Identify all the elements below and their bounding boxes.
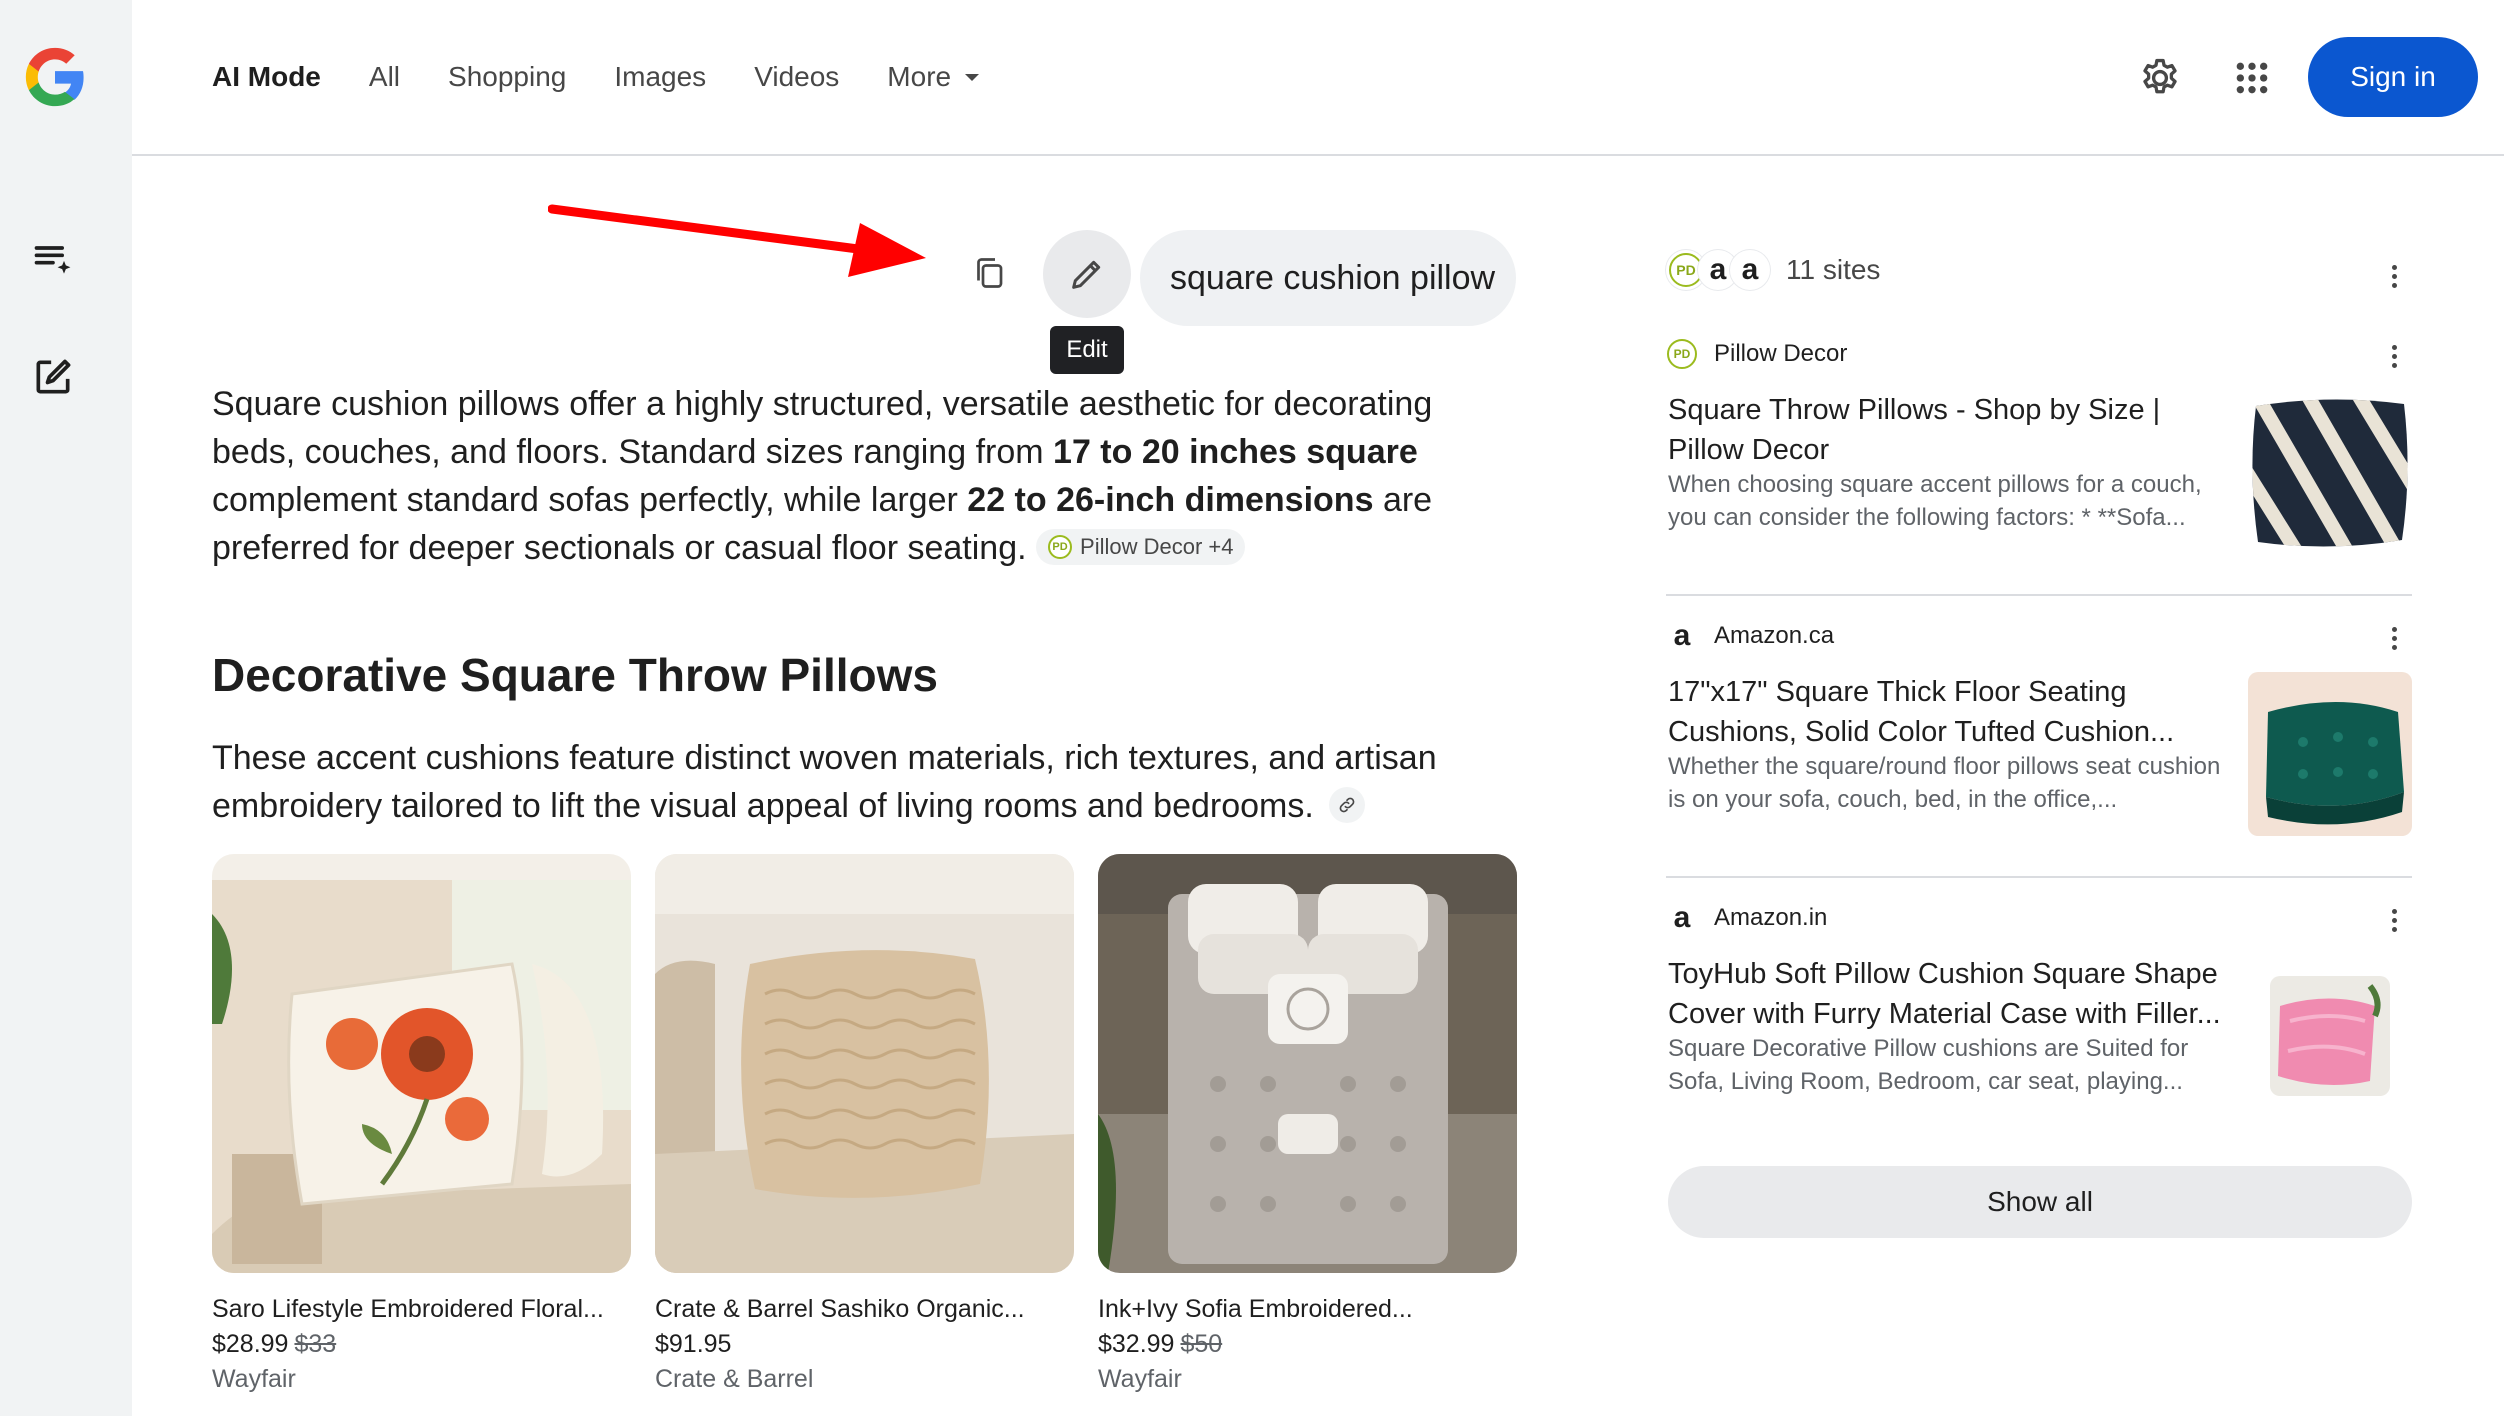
link-icon[interactable] [1329, 787, 1366, 824]
apps-grid-icon[interactable] [2224, 50, 2280, 106]
sources-header[interactable]: PD a a 11 sites [1666, 250, 1880, 290]
divider [1666, 594, 2412, 596]
more-options-icon[interactable] [2374, 618, 2414, 658]
citation-chip[interactable]: PD Pillow Decor +4 [1036, 529, 1246, 566]
source-site-name: Pillow Decor [1714, 340, 1848, 367]
sign-in-button[interactable]: Sign in [2308, 37, 2478, 117]
section-heading: Decorative Square Throw Pillows [212, 649, 938, 701]
tab-images[interactable]: Images [614, 61, 706, 93]
more-options-icon[interactable] [2374, 256, 2414, 296]
product-card[interactable]: Ink+Ivy Sofia Embroidered... $32.99 $50 W… [1098, 854, 1517, 1394]
history-list-icon[interactable] [26, 232, 80, 286]
sites-count: 11 sites [1786, 254, 1881, 285]
source-card[interactable]: a Amazon.ca 17"x17" Square Thick Floor S… [1666, 619, 2412, 850]
answer-bold-1: 17 to 20 inches square [1053, 433, 1418, 471]
current-price: $32.99 [1098, 1330, 1175, 1358]
product-card[interactable]: Crate & Barrel Sashiko Organic... $91.95… [655, 854, 1074, 1394]
source-thumbnail-striped-pillow[interactable] [2248, 390, 2412, 554]
source-snippet: When choosing square accent pillows for … [1668, 471, 2202, 531]
product-store: Wayfair [212, 1365, 296, 1393]
old-price: $33 [294, 1330, 337, 1358]
google-logo-icon[interactable] [20, 42, 90, 112]
product-image-embroidered-bedding[interactable] [1098, 854, 1517, 1273]
source-site: PD Pillow Decor [1666, 338, 2412, 370]
product-store: Crate & Barrel [655, 1365, 814, 1393]
current-price: $91.95 [655, 1330, 732, 1358]
source-thumbnail-green-cushion[interactable] [2248, 672, 2412, 836]
product-image-sashiko-pillow[interactable] [655, 854, 1074, 1273]
citation-label: Pillow Decor +4 [1080, 534, 1234, 560]
amazon-favicon-icon: a [1730, 250, 1770, 290]
source-card[interactable]: a Amazon.in ToyHub Soft Pillow Cushion S… [1666, 901, 2412, 1132]
source-site: a Amazon.in [1666, 901, 2412, 934]
source-site-name: Amazon.in [1714, 904, 1828, 931]
section-description-text: These accent cushions feature distinct w… [212, 739, 1437, 825]
caret-down-icon [965, 73, 980, 81]
pillow-decor-favicon-icon: PD [1048, 535, 1073, 560]
section-description: These accent cushions feature distinct w… [212, 734, 1522, 830]
product-price: $91.95 [655, 1330, 1074, 1359]
answer-bold-2: 22 to 26-inch dimensions [967, 481, 1374, 519]
product-name[interactable]: Ink+Ivy Sofia Embroidered... [1098, 1295, 1517, 1324]
source-thumbnail-pink-cushion[interactable] [2270, 976, 2390, 1096]
divider [1666, 876, 2412, 878]
source-site-name: Amazon.ca [1714, 622, 1835, 649]
product-carousel: Saro Lifestyle Embroidered Floral... $28… [212, 854, 1517, 1394]
ai-answer-paragraph: Square cushion pillows offer a highly st… [212, 380, 1522, 572]
annotation-arrow-icon [548, 204, 926, 277]
search-tabs: AI Mode All Shopping Images Videos More [212, 0, 1027, 154]
tab-more-label: More [887, 61, 952, 92]
product-image-floral-pillow[interactable] [212, 854, 631, 1273]
edit-tooltip: Edit [1050, 326, 1124, 374]
tab-all[interactable]: All [369, 61, 400, 93]
pencil-icon [1072, 260, 1101, 289]
product-price: $32.99 $50 [1098, 1330, 1517, 1359]
product-name[interactable]: Crate & Barrel Sashiko Organic... [655, 1295, 1074, 1324]
product-name[interactable]: Saro Lifestyle Embroidered Floral... [212, 1295, 631, 1324]
source-site: a Amazon.ca [1666, 619, 2412, 652]
amazon-favicon-icon: a [1673, 901, 1691, 934]
more-options-icon[interactable] [2374, 336, 2414, 376]
copy-icon[interactable] [964, 248, 1014, 298]
product-store: Wayfair [1098, 1365, 1182, 1393]
old-price: $50 [1180, 1330, 1223, 1358]
query-bubble: square cushion pillow [1140, 230, 1516, 326]
new-chat-icon[interactable] [26, 350, 80, 404]
settings-gear-icon[interactable] [2132, 50, 2188, 106]
source-title[interactable]: 17"x17" Square Thick Floor Seating Cushi… [1668, 672, 2238, 752]
source-snippet: Whether the square/round floor pillows s… [1668, 753, 2221, 813]
left-rail [0, 0, 132, 1416]
product-price: $28.99 $33 [212, 1330, 631, 1359]
product-card[interactable]: Saro Lifestyle Embroidered Floral... $28… [212, 854, 631, 1394]
top-header: AI Mode All Shopping Images Videos More … [132, 0, 2504, 156]
tab-ai-mode[interactable]: AI Mode [212, 61, 321, 93]
amazon-favicon-icon: a [1673, 619, 1691, 652]
current-price: $28.99 [212, 1330, 289, 1358]
tab-videos[interactable]: Videos [754, 61, 839, 93]
answer-text-2: complement standard sofas perfectly, whi… [212, 481, 968, 519]
more-options-icon[interactable] [2374, 900, 2414, 940]
source-card[interactable]: PD Pillow Decor Square Throw Pillows - S… [1666, 338, 2412, 568]
tab-more[interactable]: More [887, 61, 980, 93]
source-title[interactable]: Square Throw Pillows - Shop by Size | Pi… [1668, 390, 2238, 470]
pillow-decor-favicon-icon: PD [1666, 338, 1698, 370]
source-title[interactable]: ToyHub Soft Pillow Cushion Square Shape … [1668, 954, 2238, 1034]
tab-shopping[interactable]: Shopping [448, 61, 566, 93]
show-all-button[interactable]: Show all [1668, 1166, 2412, 1238]
source-snippet: Square Decorative Pillow cushions are Su… [1668, 1035, 2189, 1095]
edit-button[interactable] [1043, 230, 1131, 318]
